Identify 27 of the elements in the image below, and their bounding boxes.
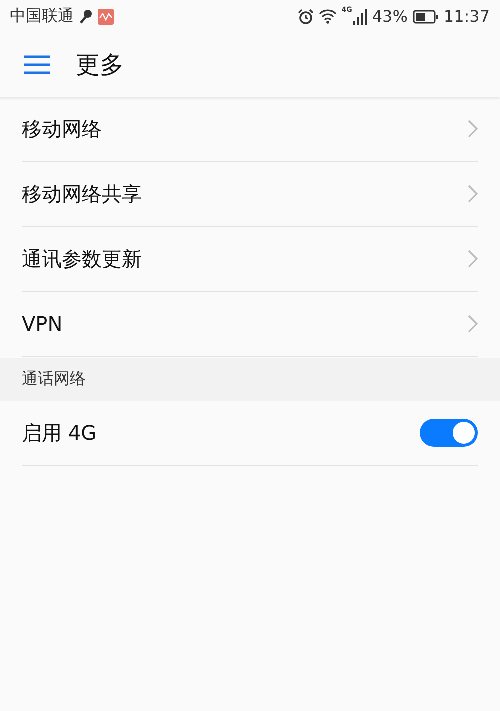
- page-title: 更多: [76, 50, 124, 81]
- chevron-icon: [468, 250, 478, 268]
- menu-icon[interactable]: [24, 55, 50, 75]
- alarm-icon: [298, 8, 314, 24]
- signal-icon: [353, 8, 368, 24]
- row-label: 启用 4G: [22, 420, 98, 446]
- row-label: 通讯参数更新: [22, 246, 143, 272]
- row-label: 移动网络共享: [22, 180, 143, 208]
- chevron-icon: [468, 120, 478, 138]
- settings-row[interactable]: VPN: [22, 292, 478, 357]
- app-icon: [98, 8, 114, 24]
- wifi-icon: [318, 9, 337, 24]
- settings-row[interactable]: 启用 4G: [22, 401, 478, 466]
- carrier-name: 中国联通: [10, 6, 74, 27]
- settings-row[interactable]: 移动网络: [22, 97, 478, 162]
- chevron-icon: [468, 185, 478, 203]
- battery-icon: [412, 10, 439, 24]
- battery-percent: 43%: [372, 7, 408, 26]
- chevron-icon: [468, 315, 478, 333]
- row-label: VPN: [22, 312, 64, 336]
- row-label: 移动网络: [22, 116, 103, 142]
- key-icon: [79, 8, 93, 24]
- section-title: 通话网络: [22, 369, 86, 390]
- settings-row[interactable]: 通讯参数更新: [22, 227, 478, 292]
- clock-time: 11:37: [444, 7, 490, 26]
- settings-row[interactable]: 移动网络共享: [22, 162, 478, 227]
- toggle-switch[interactable]: [420, 419, 478, 447]
